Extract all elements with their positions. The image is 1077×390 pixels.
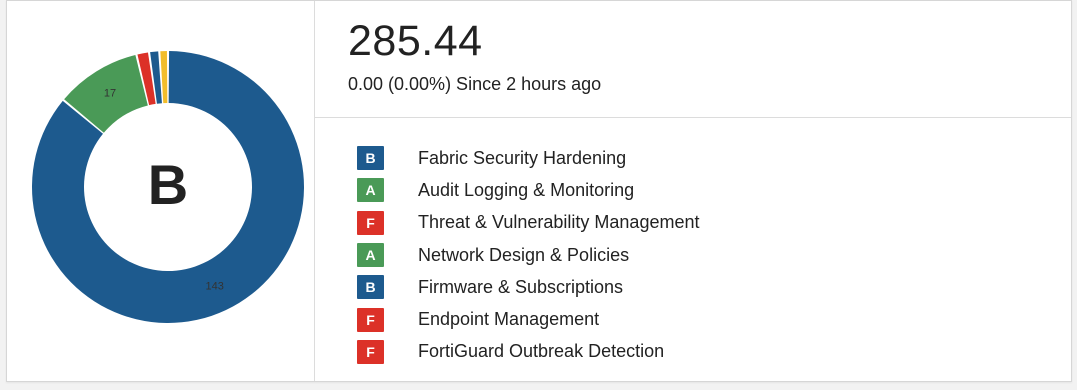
legend-item[interactable]: B Firmware & Subscriptions: [357, 271, 699, 303]
grade-badge: F: [357, 339, 384, 364]
grade-badge: F: [357, 210, 384, 235]
overall-grade: B: [148, 153, 188, 216]
rating-donut-chart: 143 17 B: [31, 51, 304, 323]
legend-item[interactable]: A Audit Logging & Monitoring: [357, 174, 699, 206]
legend-label: Network Design & Policies: [418, 244, 630, 265]
legend-label: Endpoint Management: [418, 309, 600, 330]
legend-item[interactable]: A Network Design & Policies: [357, 239, 699, 271]
score-summary: 285.44 0.00 (0.00%) Since 2 hours ago: [315, 1, 1071, 118]
donut-segment-value: 17: [104, 87, 116, 99]
rating-chart-panel: 143 17 B: [7, 1, 315, 381]
legend-label: Audit Logging & Monitoring: [418, 179, 635, 200]
security-rating-card: 143 17 B 285.44 0.00 (0.00%) Since 2 hours…: [6, 0, 1072, 382]
legend-item[interactable]: F Endpoint Management: [357, 303, 699, 335]
security-score-value: 285.44: [348, 17, 483, 65]
score-change-text: 0.00 (0.00%) Since 2 hours ago: [348, 74, 602, 94]
legend-label: FortiGuard Outbreak Detection: [418, 341, 665, 362]
grade-badge: A: [357, 243, 384, 268]
category-legend: B Fabric Security Hardening A Audit Logg…: [357, 142, 699, 368]
donut-segment-value: 143: [206, 280, 224, 292]
legend-item[interactable]: B Fabric Security Hardening: [357, 142, 699, 174]
grade-badge: B: [357, 275, 384, 300]
grade-badge: A: [357, 178, 384, 203]
legend-item[interactable]: F FortiGuard Outbreak Detection: [357, 336, 699, 368]
legend-label: Fabric Security Hardening: [418, 147, 627, 168]
legend-item[interactable]: F Threat & Vulnerability Management: [357, 207, 699, 239]
legend-label: Firmware & Subscriptions: [418, 276, 624, 297]
grade-badge: B: [357, 146, 384, 171]
rating-info-panel: 285.44 0.00 (0.00%) Since 2 hours ago B …: [315, 1, 1071, 381]
grade-badge: F: [357, 307, 384, 332]
legend-label: Threat & Vulnerability Management: [418, 212, 700, 233]
donut-segment[interactable]: [160, 51, 168, 104]
